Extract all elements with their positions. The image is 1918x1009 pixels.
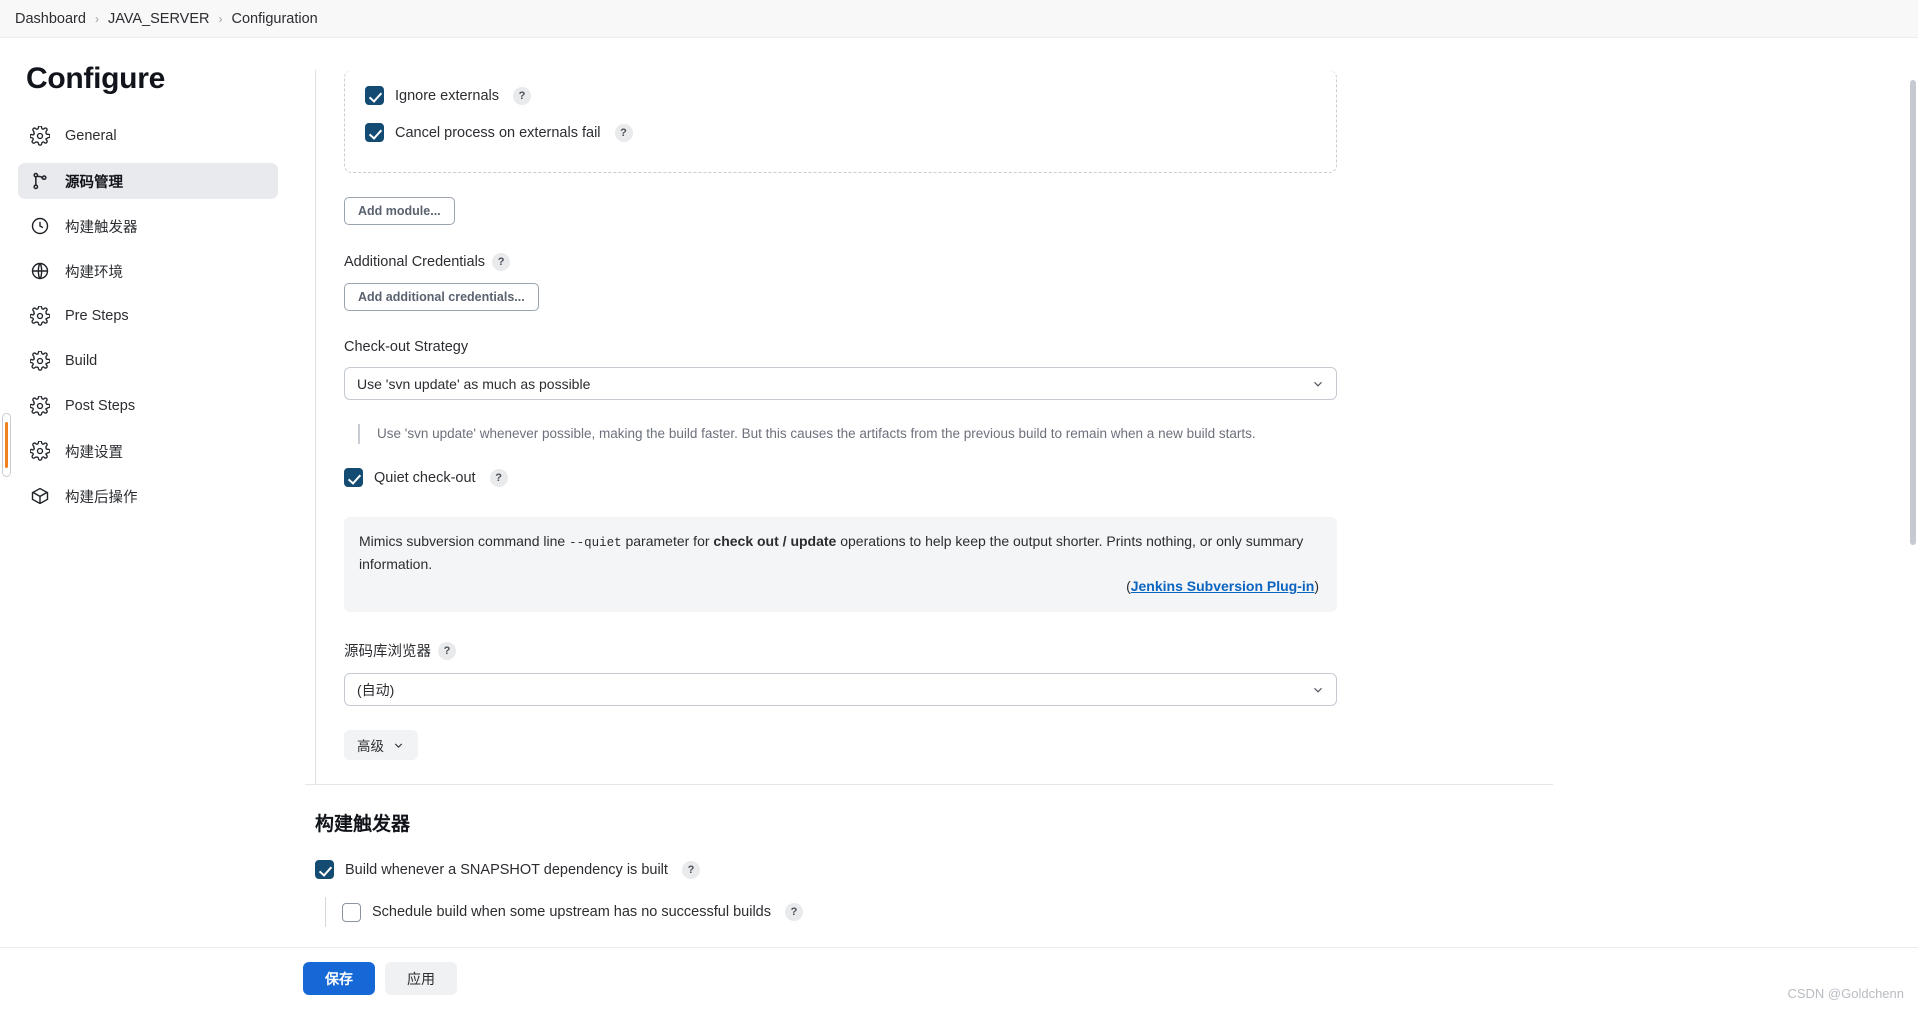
- add-additional-credentials-button[interactable]: Add additional credentials...: [344, 283, 539, 311]
- additional-credentials-label: Additional Credentials: [344, 254, 486, 270]
- page-title: Configure: [26, 62, 165, 95]
- help-icon[interactable]: ?: [784, 903, 803, 921]
- additional-credentials-label-row: Additional Credentials ?: [344, 253, 1611, 271]
- save-button[interactable]: 保存: [303, 962, 375, 995]
- chevron-down-icon: [1311, 683, 1325, 697]
- help-icon[interactable]: ?: [489, 468, 508, 487]
- help-icon[interactable]: ?: [681, 860, 700, 879]
- sidebar-item-build-settings[interactable]: 构建设置: [18, 433, 278, 469]
- gear-icon: [30, 396, 50, 416]
- main-content: Ignore externals ? Cancel process on ext…: [305, 38, 1918, 1009]
- breadcrumb-separator-icon: ›: [218, 11, 223, 26]
- repo-browser-label: 源码库浏览器: [344, 644, 431, 660]
- module-section: Ignore externals ? Cancel process on ext…: [344, 70, 1337, 173]
- chevron-down-icon: [392, 739, 405, 752]
- breadcrumb: Dashboard › JAVA_SERVER › Configuration: [0, 0, 1918, 38]
- snapshot-dependency-checkbox[interactable]: [315, 860, 334, 879]
- checkbox-label[interactable]: Schedule build when some upstream has no…: [372, 904, 771, 920]
- breadcrumb-separator-icon: ›: [94, 11, 99, 26]
- checkout-strategy-label: Check-out Strategy: [344, 339, 469, 355]
- footer-action-bar: 保存 应用: [0, 947, 1918, 1009]
- apply-button[interactable]: 应用: [385, 962, 457, 995]
- sidebar-item-label: 源码管理: [65, 174, 123, 191]
- sidebar-item-label: 构建触发器: [65, 219, 138, 236]
- cancel-process-checkbox[interactable]: [365, 123, 384, 142]
- quiet-checkout-row: Quiet check-out ?: [344, 468, 1611, 488]
- sidebar-item-label: 构建后操作: [65, 489, 138, 506]
- breadcrumb-item-configuration[interactable]: Configuration: [231, 11, 317, 27]
- breadcrumb-item-dashboard[interactable]: Dashboard: [15, 11, 86, 27]
- gear-icon: [30, 351, 50, 371]
- help-panel-link-row: (Jenkins Subversion Plug-in): [359, 576, 1319, 598]
- page-scrollbar[interactable]: [1910, 80, 1916, 545]
- schedule-upstream-checkbox[interactable]: [342, 902, 361, 922]
- sidebar-item-label: General: [65, 128, 117, 144]
- repo-browser-selected-value: (自动): [357, 681, 395, 698]
- sidebar-item-label: Build: [65, 353, 98, 369]
- package-icon: [30, 486, 50, 506]
- clock-icon: [30, 216, 50, 236]
- trigger-row-snapshot: Build whenever a SNAPSHOT dependency is …: [315, 860, 1918, 879]
- sidebar: Configure General 源码管理 构建触发器 构建环境 Pre St…: [0, 38, 305, 1009]
- repo-browser-select[interactable]: (自动): [344, 673, 1337, 706]
- checkbox-row-ignore-externals: Ignore externals ?: [365, 86, 1316, 105]
- sidebar-item-post-build-actions[interactable]: 构建后操作: [18, 478, 278, 514]
- jenkins-subversion-plugin-link[interactable]: Jenkins Subversion Plug-in: [1131, 578, 1315, 594]
- page-root: Dashboard › JAVA_SERVER › Configuration …: [0, 0, 1918, 1009]
- quiet-checkout-label[interactable]: Quiet check-out: [374, 470, 476, 486]
- checkout-strategy-selected-value: Use 'svn update' as much as possible: [357, 375, 591, 392]
- sidebar-item-source-management[interactable]: 源码管理: [18, 163, 278, 199]
- checkbox-row-cancel-process: Cancel process on externals fail ?: [365, 123, 1316, 142]
- help-text-before: Mimics subversion command line: [359, 533, 570, 550]
- globe-icon: [30, 261, 50, 281]
- checkbox-label[interactable]: Ignore externals: [395, 88, 499, 104]
- gear-icon: [30, 441, 50, 461]
- gear-icon: [30, 126, 50, 146]
- sidebar-item-label: Pre Steps: [65, 308, 129, 324]
- ignore-externals-checkbox[interactable]: [365, 86, 384, 105]
- sidebar-scroll-indicator[interactable]: [2, 413, 11, 477]
- paren-close: ): [1314, 578, 1319, 595]
- source-branch-icon: [30, 171, 50, 191]
- quiet-checkout-help-panel: Mimics subversion command line --quiet p…: [344, 517, 1337, 612]
- help-icon[interactable]: ?: [512, 86, 531, 105]
- quiet-checkout-checkbox[interactable]: [344, 468, 363, 488]
- sidebar-item-build[interactable]: Build: [18, 343, 278, 379]
- add-module-button[interactable]: Add module...: [344, 197, 455, 225]
- sidebar-item-label: 构建环境: [65, 264, 123, 281]
- trigger-row-schedule-upstream: Schedule build when some upstream has no…: [325, 897, 1918, 927]
- body-wrapper: Configure General 源码管理 构建触发器 构建环境 Pre St…: [0, 38, 1918, 1009]
- sidebar-item-post-steps[interactable]: Post Steps: [18, 388, 278, 424]
- sidebar-item-build-environment[interactable]: 构建环境: [18, 253, 278, 289]
- breadcrumb-item-java-server[interactable]: JAVA_SERVER: [108, 11, 210, 27]
- sidebar-item-pre-steps[interactable]: Pre Steps: [18, 298, 278, 334]
- build-triggers-heading: 构建触发器: [315, 814, 411, 835]
- checkout-strategy-select[interactable]: Use 'svn update' as much as possible: [344, 367, 1337, 400]
- help-panel-text: Mimics subversion command line --quiet p…: [359, 531, 1319, 575]
- help-text-mid: parameter for: [621, 533, 714, 550]
- advanced-label: 高级: [357, 739, 384, 754]
- help-icon[interactable]: ?: [438, 641, 456, 660]
- quiet-flag-code: --quiet: [569, 536, 622, 551]
- help-icon[interactable]: ?: [492, 253, 511, 271]
- gear-icon: [30, 306, 50, 326]
- checkout-strategy-note: Use 'svn update' whenever possible, maki…: [358, 424, 1611, 445]
- sidebar-item-general[interactable]: General: [18, 118, 278, 154]
- checkbox-label[interactable]: Cancel process on externals fail: [395, 125, 601, 141]
- help-text-bold: check out / update: [713, 533, 837, 550]
- form-rail: Ignore externals ? Cancel process on ext…: [315, 70, 1611, 784]
- watermark: CSDN @Goldchenn: [1787, 986, 1904, 1001]
- repo-browser-label-row: 源码库浏览器 ?: [344, 640, 1611, 661]
- sidebar-item-build-triggers[interactable]: 构建触发器: [18, 208, 278, 244]
- help-icon[interactable]: ?: [614, 123, 633, 142]
- checkbox-label[interactable]: Build whenever a SNAPSHOT dependency is …: [345, 862, 668, 878]
- sidebar-item-label: 构建设置: [65, 444, 123, 461]
- advanced-toggle-button[interactable]: 高级: [344, 730, 418, 760]
- sidebar-item-label: Post Steps: [65, 398, 136, 414]
- chevron-down-icon: [1311, 377, 1325, 391]
